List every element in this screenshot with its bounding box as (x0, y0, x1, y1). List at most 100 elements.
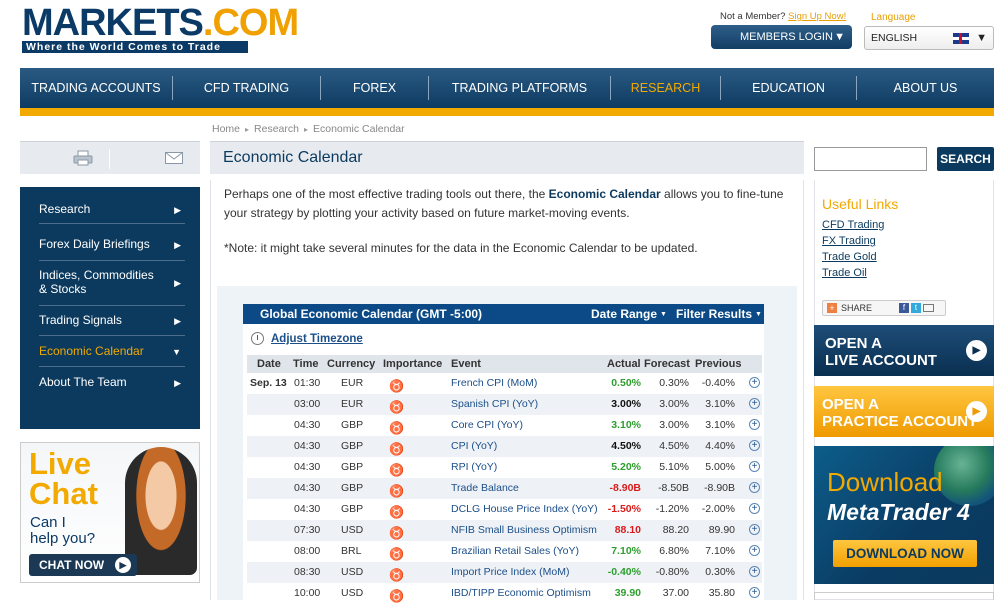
sidebar-item-trading-signals[interactable]: Trading Signals ▶ (39, 313, 185, 327)
clock-icon[interactable] (251, 332, 264, 345)
sidebar-item-indices[interactable]: Indices, Commodities & Stocks ▶ (39, 268, 181, 296)
sidebar-item-about-the-team[interactable]: About The Team ▶ (39, 375, 185, 389)
event-link[interactable]: CPI (YoY) (451, 440, 497, 452)
cell-previous: -8.90B (704, 482, 735, 494)
divider (39, 260, 185, 261)
arrow-right-icon: ▶ (174, 205, 181, 215)
open-live-account-banner[interactable]: OPEN A LIVE ACCOUNT ▶ (814, 325, 994, 376)
nav-accent-stripe (20, 108, 994, 116)
expand-plus-icon[interactable]: + (749, 545, 760, 556)
event-link[interactable]: DCLG House Price Index (YoY) (451, 503, 598, 515)
cell-currency: USD (341, 566, 364, 578)
col-date: Date (257, 358, 281, 370)
adjust-timezone-link[interactable]: Adjust Timezone (271, 333, 363, 345)
expand-plus-icon[interactable]: + (749, 587, 760, 598)
link-cfd-trading[interactable]: CFD Trading (822, 219, 884, 231)
expand-plus-icon[interactable]: + (749, 503, 760, 514)
expand-plus-icon[interactable]: + (749, 461, 760, 472)
bull-importance-icon: ♉ (389, 568, 404, 582)
cell-previous: -2.00% (701, 503, 735, 515)
cell-previous: 89.90 (708, 524, 735, 536)
event-link[interactable]: RPI (YoY) (451, 461, 497, 473)
members-login-button[interactable]: MEMBERS LOGIN ▼ (711, 25, 852, 49)
event-link[interactable]: Spanish CPI (YoY) (451, 398, 538, 410)
expand-plus-icon[interactable]: + (749, 524, 760, 535)
livechat-question: Can Ihelp you? (30, 514, 96, 547)
table-row: 08:00 BRL ♉ ♉ ♉ Brazilian Retail Sales (YoY) 7… (247, 541, 762, 562)
signup-link[interactable]: Sign Up Now! (788, 11, 846, 22)
cell-actual: 3.10% (611, 419, 641, 431)
link-fx-trading[interactable]: FX Trading (822, 235, 876, 247)
expand-plus-icon[interactable]: + (749, 440, 760, 451)
print-icon[interactable] (73, 150, 93, 166)
arrow-right-icon: ▶ (174, 240, 181, 250)
sidebar-item-research[interactable]: Research ▶ (39, 202, 185, 216)
nav-trading-platforms[interactable]: TRADING PLATFORMS (429, 76, 611, 100)
link-trade-gold[interactable]: Trade Gold (822, 251, 877, 263)
expand-plus-icon[interactable]: + (749, 419, 760, 430)
language-label: Language (871, 12, 916, 23)
bull-importance-icon: ♉ (389, 400, 404, 414)
event-link[interactable]: Import Price Index (MoM) (451, 566, 569, 578)
sidebar-item-economic-calendar[interactable]: Economic Calendar ▼ (39, 344, 185, 358)
breadcrumb-current: Economic Calendar (313, 123, 405, 135)
divider (39, 223, 185, 224)
event-link[interactable]: NFIB Small Business Optimism (451, 524, 597, 536)
nav-forex[interactable]: FOREX (321, 76, 429, 100)
intro-paragraph: Perhaps one of the most effective tradin… (224, 187, 784, 220)
share-button[interactable]: + SHARE f t (822, 300, 946, 316)
event-link[interactable]: IBD/TIPP Economic Optimism (451, 587, 591, 599)
live-chat-banner[interactable]: Live Chat Can Ihelp you? CHAT NOW ▶ (20, 442, 200, 583)
cell-currency: BRL (341, 545, 362, 557)
page-title: Economic Calendar (223, 149, 363, 166)
chat-now-button[interactable]: CHAT NOW ▶ (29, 554, 137, 576)
member-prompt: Not a Member? Sign Up Now! (720, 11, 846, 22)
nav-education[interactable]: EDUCATION (721, 76, 857, 100)
language-select[interactable]: ENGLISH ▼ (864, 26, 994, 50)
nav-research[interactable]: RESEARCH (611, 76, 721, 100)
nav-cfd-trading[interactable]: CFD TRADING (173, 76, 321, 100)
search-input[interactable] (814, 147, 927, 171)
filter-results-dropdown[interactable]: Filter Results ▼ (676, 304, 762, 325)
email-icon[interactable] (165, 152, 183, 164)
expand-plus-icon[interactable]: + (749, 482, 760, 493)
logo-tagline: Where the World Comes to Trade (22, 41, 248, 53)
col-previous: Previous (695, 358, 742, 370)
expand-plus-icon[interactable]: + (749, 398, 760, 409)
cell-currency: USD (341, 524, 364, 536)
event-link[interactable]: Brazilian Retail Sales (YoY) (451, 545, 579, 557)
event-link[interactable]: Core CPI (YoY) (451, 419, 523, 431)
cell-time: 01:30 (294, 377, 321, 389)
arrow-right-icon: ▶ (174, 278, 181, 288)
nav-about-us[interactable]: ABOUT US (857, 76, 994, 100)
cell-forecast: 5.10% (659, 461, 689, 473)
calendar-header: Global Economic Calendar (GMT -5:00) Dat… (243, 304, 764, 324)
expand-plus-icon[interactable]: + (749, 566, 760, 577)
cell-currency: EUR (341, 377, 364, 389)
globe-graphic (934, 446, 994, 506)
site-logo[interactable]: MARKETS.COM Where the World Comes to Tra… (22, 4, 299, 53)
breadcrumb: Home ▸ Research ▸ Economic Calendar (212, 123, 405, 135)
event-link[interactable]: French CPI (MoM) (451, 377, 537, 389)
cell-forecast: 88.20 (662, 524, 689, 536)
breadcrumb-research[interactable]: Research (254, 123, 299, 135)
cell-currency: USD (341, 587, 364, 599)
cell-time: 03:00 (294, 398, 321, 410)
metatrader-download-banner[interactable]: Download MetaTrader 4 DOWNLOAD NOW (814, 446, 994, 584)
expand-plus-icon[interactable]: + (749, 377, 760, 388)
nav-trading-accounts[interactable]: TRADING ACCOUNTS (20, 76, 173, 100)
bull-importance-icon: ♉ (389, 526, 404, 540)
cell-currency: GBP (341, 419, 364, 431)
table-row: 04:30 GBP ♉ ♉ ♉ RPI (YoY) 5.20% 5.10% 5.00% + (247, 457, 762, 478)
cell-currency: GBP (341, 503, 364, 515)
event-link[interactable]: Trade Balance (451, 482, 519, 494)
breadcrumb-home[interactable]: Home (212, 123, 240, 135)
sidebar-item-forex-daily-briefings[interactable]: Forex Daily Briefings ▶ (39, 237, 185, 251)
download-now-button[interactable]: DOWNLOAD NOW (833, 540, 977, 567)
open-practice-account-banner[interactable]: OPEN A PRACTICE ACCOUNT ▶ (814, 386, 994, 437)
date-range-dropdown[interactable]: Date Range ▼ (591, 304, 667, 325)
link-trade-oil[interactable]: Trade Oil (822, 267, 867, 279)
bull-importance-icon: ♉ (389, 442, 404, 456)
cell-time: 10:00 (294, 587, 321, 599)
search-button[interactable]: SEARCH (937, 147, 994, 171)
